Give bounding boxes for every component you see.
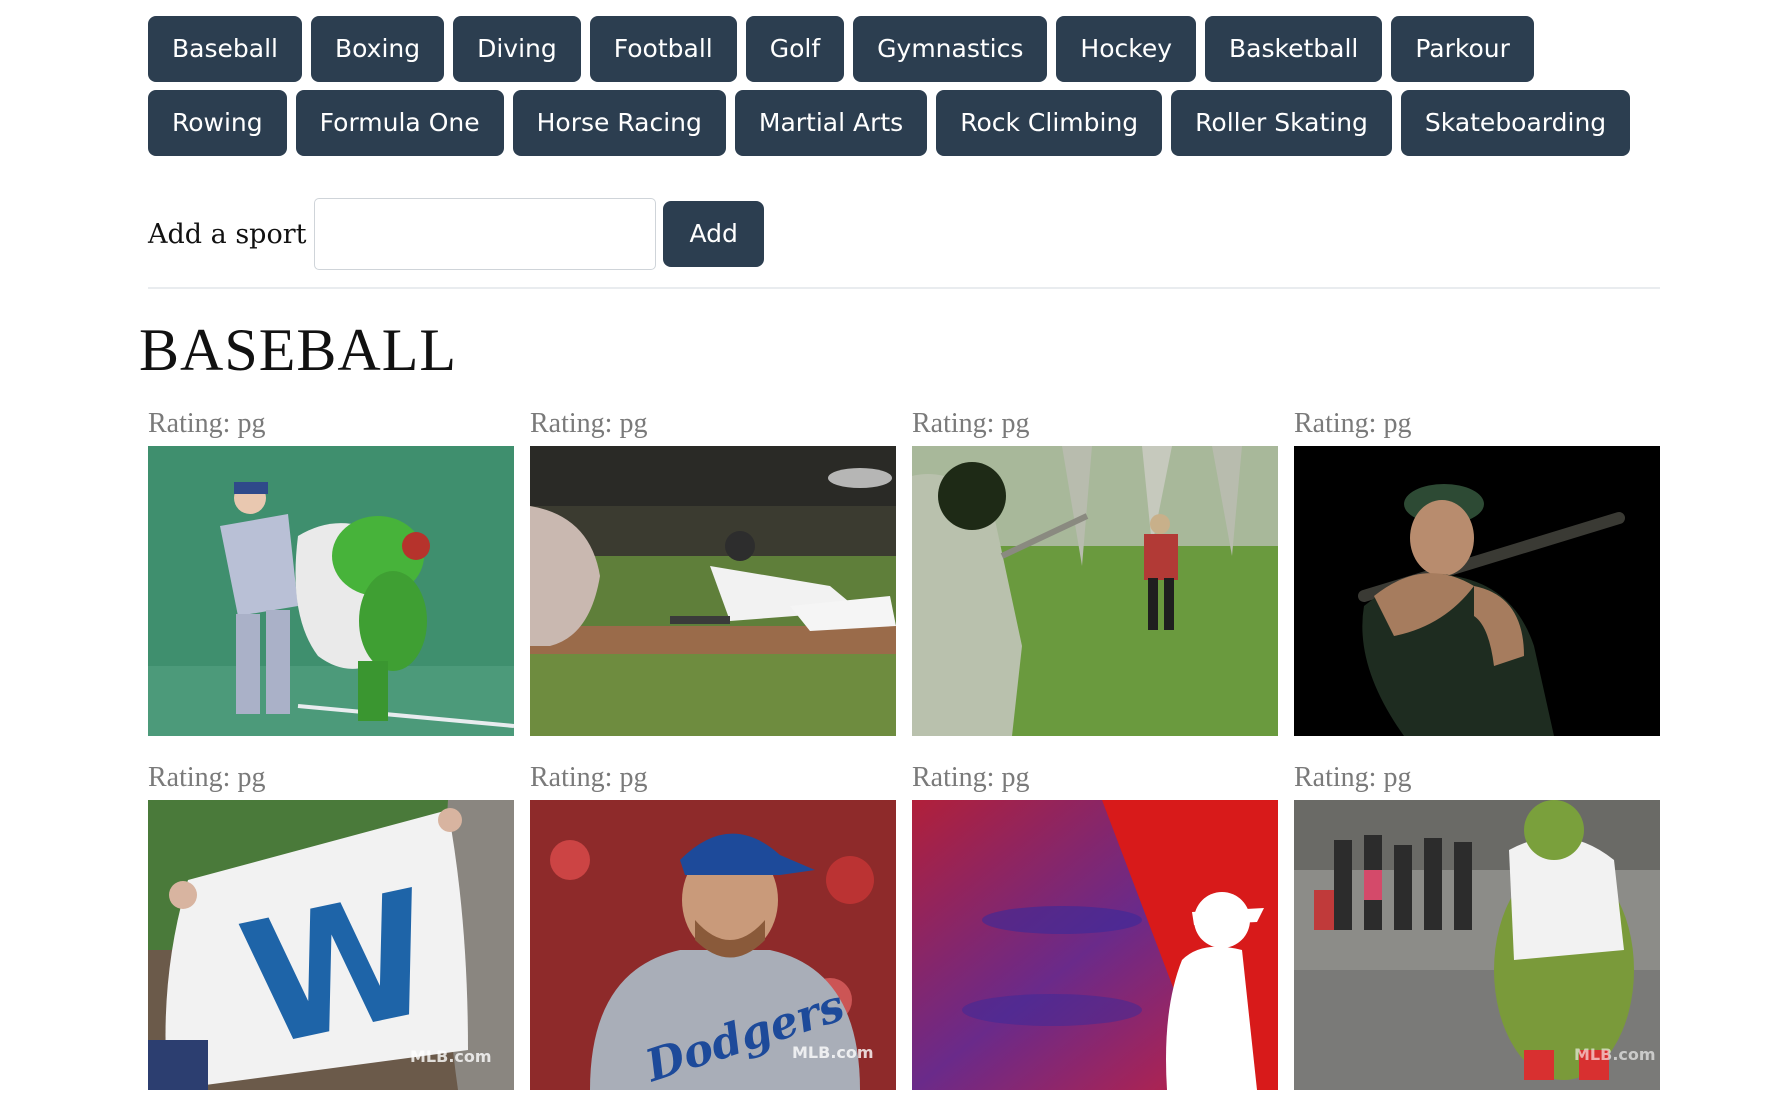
sport-button-boxing[interactable]: Boxing — [310, 16, 445, 82]
divider — [148, 287, 1660, 289]
add-sport-button[interactable]: Add — [663, 201, 764, 267]
gif-picture — [1294, 446, 1660, 736]
sport-button-baseball[interactable]: Baseball — [148, 16, 302, 82]
gif-watermark: MLB.com — [792, 1043, 874, 1062]
sport-button-hockey[interactable]: Hockey — [1056, 16, 1196, 82]
gif-card: Rating: pg Dodgers MLB.com — [530, 758, 896, 1090]
gif-image-backyard-batting[interactable] — [912, 446, 1278, 736]
sport-button-skateboarding[interactable]: Skateboarding — [1400, 90, 1631, 156]
sport-button-rock-climbing[interactable]: Rock Climbing — [936, 90, 1163, 156]
add-sport-input[interactable] — [314, 198, 657, 270]
sport-button-horse-racing[interactable]: Horse Racing — [512, 90, 726, 156]
gif-image-mascot-dancing-crowd[interactable]: MLB.com — [1294, 800, 1660, 1090]
gif-picture: W MLB.com — [148, 800, 514, 1090]
sport-button-parkour[interactable]: Parkour — [1391, 16, 1534, 82]
gif-picture — [148, 446, 514, 736]
sport-buttons-row-1: Baseball Boxing Diving Football Golf Gym… — [148, 16, 1543, 82]
gif-rating: Rating: pg — [530, 408, 648, 439]
add-sport-label: Add a sport — [148, 218, 307, 250]
sport-button-golf[interactable]: Golf — [745, 16, 845, 82]
section-title: BASEBALL — [139, 317, 458, 383]
gif-rating: Rating: pg — [148, 408, 266, 439]
sport-button-formula-one[interactable]: Formula One — [295, 90, 504, 156]
sport-button-gymnastics[interactable]: Gymnastics — [853, 16, 1048, 82]
gif-picture: Dodgers MLB.com — [530, 800, 896, 1090]
gif-image-dodgers-pitcher[interactable]: Dodgers MLB.com — [530, 800, 896, 1090]
gif-picture — [530, 446, 896, 736]
sport-button-diving[interactable]: Diving — [453, 16, 581, 82]
sport-button-football[interactable]: Football — [589, 16, 737, 82]
gif-card: Rating: pg — [1294, 758, 1660, 1090]
gif-rating: Rating: pg — [1294, 408, 1412, 439]
sport-button-roller-skating[interactable]: Roller Skating — [1171, 90, 1392, 156]
gif-image-manager-tackling-mascot[interactable] — [148, 446, 514, 736]
gif-rating: Rating: pg — [530, 762, 648, 793]
gif-card: Rating: pg — [1294, 404, 1660, 736]
gif-picture: MLB.com — [1294, 800, 1660, 1090]
gif-card: Rating: pg — [912, 758, 1278, 1090]
gif-card: Rating: pg W MLB.com — [148, 758, 514, 1090]
gif-rating: Rating: pg — [912, 408, 1030, 439]
gif-rating: Rating: pg — [1294, 762, 1412, 793]
gif-image-batter-swinging-black-background[interactable] — [1294, 446, 1660, 736]
sport-buttons-row-2: Rowing Formula One Horse Racing Martial … — [148, 90, 1639, 156]
sport-button-basketball[interactable]: Basketball — [1205, 16, 1383, 82]
gif-card: Rating: pg — [148, 404, 514, 736]
sport-button-rowing[interactable]: Rowing — [148, 90, 287, 156]
gif-picture — [912, 800, 1278, 1090]
gif-picture — [912, 446, 1278, 736]
gif-rating: Rating: pg — [912, 762, 1030, 793]
gif-watermark: MLB.com — [1574, 1045, 1656, 1064]
gif-card: Rating: pg — [912, 404, 1278, 736]
add-sport-form: Add a sport Add — [148, 198, 764, 270]
gif-image-player-sliding-into-base[interactable] — [530, 446, 896, 736]
gif-card: Rating: pg — [530, 404, 896, 736]
gif-image-fan-waving-w-flag[interactable]: W MLB.com — [148, 800, 514, 1090]
gif-image-mlb-logo-silhouette[interactable] — [912, 800, 1278, 1090]
gif-rating: Rating: pg — [148, 762, 266, 793]
gif-watermark: MLB.com — [410, 1047, 492, 1066]
sport-button-martial-arts[interactable]: Martial Arts — [734, 90, 928, 156]
